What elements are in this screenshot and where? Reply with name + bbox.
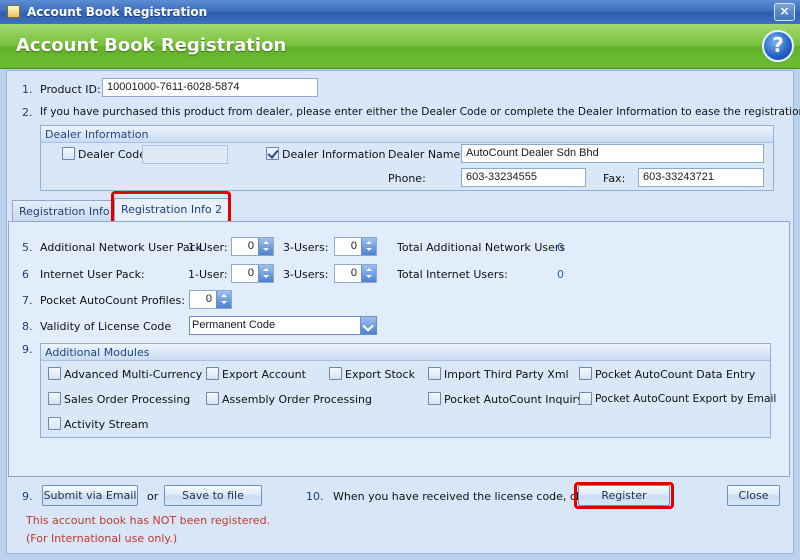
validity-value: Permanent Code bbox=[192, 319, 276, 331]
internet-3users-stepper[interactable]: 0 bbox=[334, 264, 377, 283]
step-number: 6 bbox=[22, 268, 29, 281]
module-label: Pocket AutoCount Inquiry bbox=[444, 393, 584, 406]
close-button[interactable]: Close bbox=[727, 485, 780, 506]
product-id-label: Product ID: bbox=[40, 83, 101, 96]
international-note: (For International use only.) bbox=[26, 532, 178, 545]
internet-1user-stepper[interactable]: 0 bbox=[231, 264, 274, 283]
spin-arrows-icon[interactable] bbox=[361, 238, 376, 255]
spin-arrows-icon[interactable] bbox=[361, 265, 376, 282]
module-checkbox[interactable] bbox=[206, 367, 219, 380]
validity-select[interactable]: Permanent Code bbox=[189, 316, 377, 335]
license-note: When you have received the license code,… bbox=[333, 490, 595, 503]
submit-email-button[interactable]: Submit via Email bbox=[42, 485, 138, 506]
spin-arrows-icon[interactable] bbox=[216, 291, 231, 308]
page-title: Account Book Registration bbox=[16, 35, 287, 56]
dealer-info-checkbox[interactable] bbox=[266, 147, 279, 160]
internet-1user-label: 1-User: bbox=[188, 268, 228, 281]
internet-total-label: Total Internet Users: bbox=[397, 268, 508, 281]
registration-status: This account book has NOT been registere… bbox=[26, 514, 271, 527]
window-title: Account Book Registration bbox=[27, 5, 208, 19]
module-checkbox[interactable] bbox=[428, 392, 441, 405]
dealer-code-checkbox[interactable] bbox=[62, 147, 75, 160]
module-label: Assembly Order Processing bbox=[222, 393, 373, 406]
window-close-button[interactable]: × bbox=[774, 3, 795, 21]
network-1user-label: 1-User: bbox=[188, 241, 228, 254]
additional-modules-group: Additional Modules bbox=[40, 343, 771, 438]
register-highlight bbox=[574, 482, 674, 509]
step-number: 1. bbox=[22, 83, 33, 96]
network-pack-label: Additional Network User Pack bbox=[40, 241, 203, 254]
module-checkbox[interactable] bbox=[428, 367, 441, 380]
network-3users-stepper[interactable]: 0 bbox=[334, 237, 377, 256]
module-checkbox[interactable] bbox=[48, 367, 61, 380]
module-checkbox[interactable] bbox=[579, 392, 592, 405]
dealer-code-field[interactable] bbox=[142, 145, 228, 164]
window-titlebar: Account Book Registration × bbox=[0, 0, 800, 24]
pocket-profiles-value: 0 bbox=[205, 293, 212, 305]
step-number: 9. bbox=[22, 343, 33, 356]
chevron-down-icon[interactable] bbox=[360, 317, 376, 334]
spin-arrows-icon[interactable] bbox=[258, 238, 273, 255]
internet-1user-value: 0 bbox=[247, 267, 254, 279]
network-1user-value: 0 bbox=[247, 240, 254, 252]
step-number: 9. bbox=[22, 490, 33, 503]
network-total-value: 0 bbox=[557, 241, 564, 254]
dealer-name-label: Dealer Name: bbox=[388, 148, 464, 161]
network-total-label: Total Additional Network Users bbox=[397, 241, 566, 254]
app-icon bbox=[7, 5, 20, 18]
internet-total-value: 0 bbox=[557, 268, 564, 281]
module-label: Activity Stream bbox=[64, 418, 149, 431]
pocket-profiles-stepper[interactable]: 0 bbox=[189, 290, 232, 309]
network-3users-label: 3-Users: bbox=[283, 241, 329, 254]
modules-group-title: Additional Modules bbox=[41, 344, 770, 361]
step-number: 10. bbox=[306, 490, 324, 503]
network-3users-value: 0 bbox=[350, 240, 357, 252]
module-label: Export Account bbox=[222, 368, 306, 381]
module-label: Advanced Multi-Currency bbox=[64, 368, 203, 381]
dealer-group-title: Dealer Information bbox=[41, 126, 773, 143]
module-label: Import Third Party Xml bbox=[444, 368, 569, 381]
step-number: 5. bbox=[22, 241, 33, 254]
module-label: Pocket AutoCount Data Entry bbox=[595, 368, 756, 381]
module-checkbox[interactable] bbox=[48, 417, 61, 430]
or-text: or bbox=[147, 490, 159, 503]
module-label: Export Stock bbox=[345, 368, 415, 381]
module-checkbox[interactable] bbox=[329, 367, 342, 380]
phone-label: Phone: bbox=[388, 172, 426, 185]
step-number: 7. bbox=[22, 294, 33, 307]
pocket-profiles-label: Pocket AutoCount Profiles: bbox=[40, 294, 185, 307]
internet-3users-label: 3-Users: bbox=[283, 268, 329, 281]
validity-label: Validity of License Code bbox=[40, 320, 172, 333]
module-label: Sales Order Processing bbox=[64, 393, 191, 406]
dealer-info-label: Dealer Information bbox=[282, 148, 386, 161]
save-to-file-button[interactable]: Save to file bbox=[164, 485, 262, 506]
network-1user-stepper[interactable]: 0 bbox=[231, 237, 274, 256]
dealer-code-label: Dealer Code bbox=[78, 148, 146, 161]
spin-arrows-icon[interactable] bbox=[258, 265, 273, 282]
product-id-field[interactable]: 10001000-7611-6028-5874 bbox=[102, 78, 318, 97]
dealer-note: If you have purchased this product from … bbox=[40, 106, 800, 118]
module-checkbox[interactable] bbox=[206, 392, 219, 405]
help-icon[interactable]: ? bbox=[762, 30, 794, 62]
fax-label: Fax: bbox=[603, 172, 626, 185]
header-banner: Account Book Registration ? bbox=[0, 24, 800, 69]
phone-field[interactable]: 603-33234555 bbox=[461, 168, 586, 187]
module-label: Pocket AutoCount Export by Email bbox=[595, 393, 777, 405]
fax-field[interactable]: 603-33243721 bbox=[638, 168, 764, 187]
module-checkbox[interactable] bbox=[48, 392, 61, 405]
module-checkbox[interactable] bbox=[579, 367, 592, 380]
tab-registration-info-1[interactable]: Registration Info 1 bbox=[12, 200, 128, 222]
dealer-name-field[interactable]: AutoCount Dealer Sdn Bhd bbox=[461, 144, 764, 163]
step-number: 8. bbox=[22, 320, 33, 333]
internet-3users-value: 0 bbox=[350, 267, 357, 279]
step-number: 2. bbox=[22, 106, 33, 119]
internet-pack-label: Internet User Pack: bbox=[40, 268, 145, 281]
